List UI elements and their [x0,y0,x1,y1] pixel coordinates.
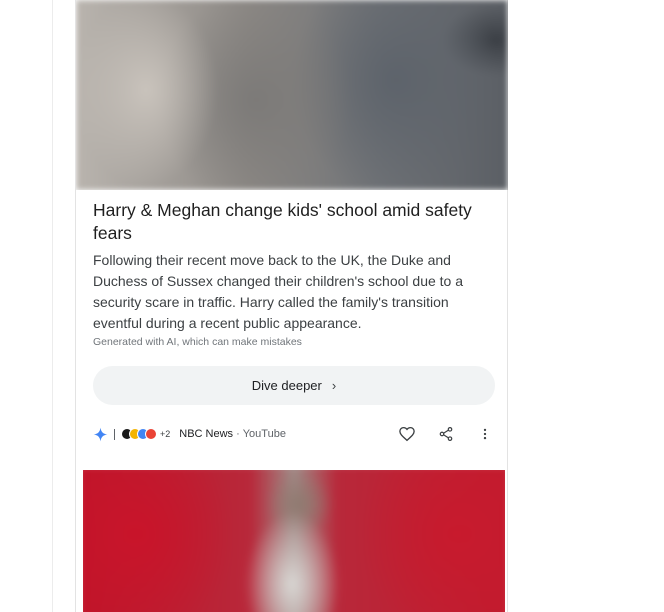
extra-sources-count: +2 [160,429,171,439]
hero-image-blurred [76,0,508,190]
next-image-blurred [83,470,505,612]
ai-disclaimer: Generated with AI, which can make mistak… [93,336,302,348]
source-divider [114,428,115,440]
article-hero-image[interactable] [76,0,508,190]
left-divider [52,0,53,612]
ai-sparkle-icon [93,427,108,442]
source-name[interactable]: NBC News [179,428,233,440]
page: Harry & Meghan change kids' school amid … [0,0,664,612]
source-favicon [145,428,157,440]
heart-icon[interactable] [397,424,417,444]
article-summary: Following their recent move back to the … [93,252,464,331]
dive-deeper-label: Dive deeper [251,378,322,393]
share-icon[interactable] [436,424,456,444]
more-vert-icon[interactable] [475,424,495,444]
source-separator: · [236,428,240,440]
source-platform: YouTube [242,428,286,440]
source-row: +2 NBC News · YouTube [93,424,495,444]
chevron-right-icon: › [331,378,337,393]
source-favicons[interactable]: +2 [121,428,170,440]
article-headline[interactable]: Harry & Meghan change kids' school amid … [93,199,503,245]
next-article-image[interactable] [83,470,505,612]
dive-deeper-button[interactable]: Dive deeper › [93,366,495,405]
card-actions [397,424,495,444]
news-card[interactable]: Harry & Meghan change kids' school amid … [75,0,508,612]
